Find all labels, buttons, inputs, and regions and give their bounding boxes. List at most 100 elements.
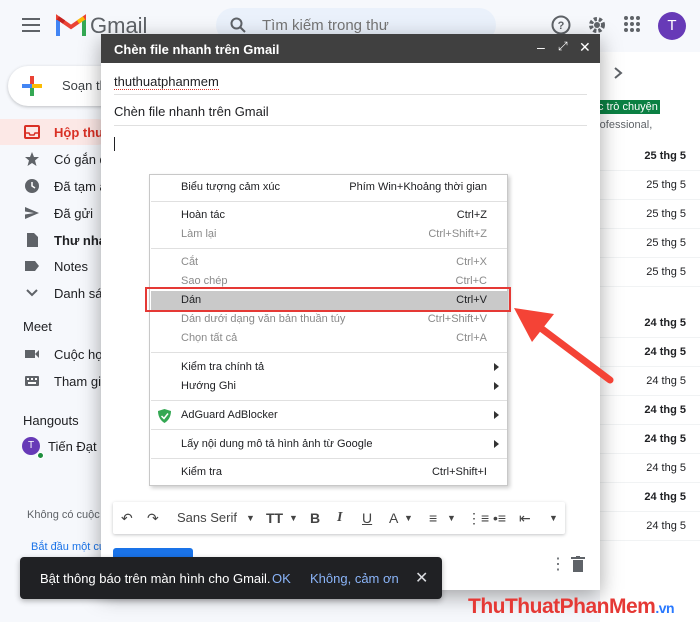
undo-icon[interactable]: ↶	[121, 510, 133, 527]
bold-icon[interactable]: B	[310, 510, 320, 526]
close-icon[interactable]: ✕	[579, 39, 591, 56]
menu-item-label: Hoàn tác	[181, 209, 226, 221]
keyboard-icon	[25, 376, 39, 386]
table-row[interactable]: 25 thg 5	[600, 258, 700, 287]
sidebar-item-snoozed[interactable]: Đã tạm ẩn	[0, 173, 114, 199]
menu-item-adguard[interactable]: AdGuard AdBlocker	[151, 406, 507, 425]
sidebar-item-drafts[interactable]: Thư nháp	[0, 227, 114, 253]
context-menu: Biểu tượng cảm xúc Phím Win+Khoảng thời g…	[149, 174, 508, 486]
snackbar-ok-button[interactable]: OK	[272, 571, 291, 586]
redo-icon[interactable]: ↷	[147, 510, 159, 527]
menu-separator	[151, 201, 507, 202]
submenu-arrow-icon	[494, 363, 499, 371]
subject-field[interactable]: Chèn file nhanh trên Gmail	[114, 104, 269, 119]
sidebar-item-more[interactable]: Danh sách	[0, 280, 116, 306]
menu-item-inspect[interactable]: Kiểm tra Ctrl+Shift+I	[151, 463, 507, 482]
text-color-icon[interactable]: A	[389, 510, 398, 526]
compose-header[interactable]: Chèn file nhanh trên Gmail – ⤢ ✕	[101, 34, 600, 63]
bulleted-list-icon[interactable]: •≡	[493, 510, 506, 526]
hangouts-heading: Hangouts	[23, 413, 79, 428]
menu-icon[interactable]	[22, 18, 40, 32]
watermark: ThuThuatPhanMem.vn	[468, 595, 675, 619]
menu-item-paste-plain[interactable]: Dán dưới dạng văn bản thuần túy Ctrl+Shif…	[151, 310, 507, 329]
table-row[interactable]: 24 thg 5	[600, 396, 700, 425]
table-row[interactable]: 24 thg 5	[600, 512, 700, 541]
formatting-toolbar: ↶ ↷ Sans Serif ▼ TT ▼ B I U A ▼ ≡ ▼ ⋮≡ •…	[113, 502, 565, 534]
chevron-right-icon[interactable]	[613, 67, 623, 79]
minimize-icon[interactable]: –	[537, 39, 545, 55]
help-icon[interactable]: ?	[551, 15, 571, 35]
compose-title: Chèn file nhanh trên Gmail	[114, 42, 280, 57]
table-row[interactable]: 25 thg 5	[600, 142, 700, 171]
table-row[interactable]: 24 thg 5	[600, 425, 700, 454]
expand-icon[interactable]: ⤢	[558, 39, 568, 54]
mail-date: 24 thg 5	[646, 462, 686, 474]
menu-item-image-description[interactable]: Lấy nội dung mô tả hình ảnh từ Google	[151, 435, 507, 454]
apps-grid-icon[interactable]	[623, 15, 641, 33]
menu-item-writing-direction[interactable]: Hướng Ghi	[151, 377, 507, 396]
sidebar-item-sent[interactable]: Đã gửi	[0, 200, 110, 226]
account-avatar[interactable]: T	[658, 12, 686, 40]
mail-date: 24 thg 5	[644, 404, 686, 416]
menu-item-cut[interactable]: Cắt Ctrl+X	[151, 253, 507, 272]
menu-item-label: Kiểm tra chính tả	[181, 361, 265, 373]
highlight-box	[145, 287, 511, 312]
menu-item-shortcut: Ctrl+Shift+V	[427, 313, 487, 325]
search-input[interactable]	[262, 15, 482, 35]
mail-date: 25 thg 5	[646, 179, 686, 191]
table-row[interactable]: 24 thg 5	[600, 483, 700, 512]
start-chat-link[interactable]: Bắt đầu một cu	[31, 541, 105, 553]
text-cursor	[114, 137, 115, 151]
submenu-arrow-icon	[494, 440, 499, 448]
to-field[interactable]: thuthuatphanmem	[114, 74, 219, 90]
close-icon[interactable]: ✕	[415, 568, 428, 588]
chevron-down-icon[interactable]: ▼	[404, 513, 413, 523]
table-row[interactable]: 25 thg 5	[600, 229, 700, 258]
table-row[interactable]: 25 thg 5	[600, 171, 700, 200]
table-row[interactable]: 24 thg 5	[600, 454, 700, 483]
menu-item-select-all[interactable]: Chọn tất cả Ctrl+A	[151, 329, 507, 348]
online-status-icon	[37, 452, 44, 459]
mail-date: 24 thg 5	[646, 520, 686, 532]
menu-item-shortcut: Ctrl+C	[455, 275, 487, 287]
menu-item-spellcheck[interactable]: Kiểm tra chính tả	[151, 358, 507, 377]
menu-item-shortcut: Ctrl+X	[456, 256, 487, 268]
sidebar-item-inbox[interactable]: Hộp thư	[0, 119, 110, 145]
sidebar-item-label: Hộp thư	[54, 125, 105, 140]
notification-snackbar: Bật thông báo trên màn hình cho Gmail. O…	[20, 557, 442, 599]
indent-less-icon[interactable]: ⇤	[519, 510, 531, 527]
font-select[interactable]: Sans Serif	[177, 510, 237, 525]
sidebar-item-notes[interactable]: Notes	[0, 253, 110, 279]
submenu-arrow-icon	[494, 382, 499, 390]
gear-icon[interactable]	[587, 15, 607, 35]
table-row[interactable]: 25 thg 5	[600, 200, 700, 229]
menu-item-redo[interactable]: Làm lại Ctrl+Shift+Z	[151, 225, 507, 244]
label-icon	[25, 261, 39, 271]
underline-icon[interactable]: U	[362, 510, 372, 526]
hangouts-user[interactable]: Tiến Đạt	[48, 439, 97, 454]
mail-date: 24 thg 5	[644, 346, 686, 358]
trash-icon[interactable]	[571, 556, 585, 572]
sidebar-item-meeting[interactable]: Cuộc họp	[0, 341, 110, 367]
menu-item-emoji[interactable]: Biểu tượng cảm xúc Phím Win+Khoảng thời g…	[151, 178, 507, 197]
snackbar-no-button[interactable]: Không, cảm ơn	[310, 571, 399, 586]
more-options-icon[interactable]: ⋮	[550, 554, 566, 574]
sidebar-item-join[interactable]: Tham gia	[0, 368, 110, 394]
numbered-list-icon[interactable]: ⋮≡	[467, 510, 489, 527]
chevron-down-icon[interactable]: ▼	[447, 513, 456, 523]
align-icon[interactable]: ≡	[429, 510, 437, 526]
mail-date: 25 thg 5	[644, 150, 686, 162]
menu-item-undo[interactable]: Hoàn tác Ctrl+Z	[151, 206, 507, 225]
more-formatting-icon[interactable]: ▼	[549, 513, 558, 523]
chevron-down-icon[interactable]: ▼	[246, 513, 255, 523]
chevron-down-icon	[26, 289, 38, 297]
mail-date: 25 thg 5	[646, 208, 686, 220]
sidebar-item-starred[interactable]: Có gắn dấu	[0, 146, 121, 172]
snackbar-text: Bật thông báo trên màn hình cho Gmail.	[40, 571, 271, 586]
italic-icon[interactable]: I	[337, 510, 342, 526]
chevron-down-icon[interactable]: ▼	[289, 513, 298, 523]
search-icon[interactable]	[230, 17, 246, 33]
menu-item-label: Kiểm tra	[181, 466, 222, 478]
meet-heading: Meet	[23, 319, 52, 334]
font-size-icon[interactable]: TT	[266, 510, 283, 526]
